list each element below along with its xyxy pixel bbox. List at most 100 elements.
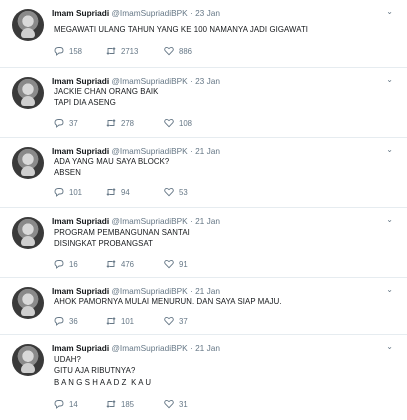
tweet[interactable]: Imam Supriadi @ImamSupriadiBPK · 21 Jan … — [0, 208, 407, 278]
avatar[interactable] — [12, 344, 44, 376]
author-handle-date[interactable]: @ImamSupriadiBPK · 23 Jan — [111, 76, 220, 86]
author-name[interactable]: Imam Supriadi — [52, 76, 109, 86]
tweet[interactable]: Imam Supriadi @ImamSupriadiBPK · 21 Jan … — [0, 138, 407, 208]
like-button[interactable]: 37 — [164, 316, 188, 326]
retweet-count: 101 — [121, 316, 135, 326]
chevron-down-icon[interactable]: ⌄ — [386, 7, 393, 16]
retweet-button[interactable]: 101 — [106, 316, 134, 326]
avatar[interactable] — [12, 147, 44, 179]
tweet-text: PROGRAM PEMBANGUNAN SANTAI DISINGKAT PRO… — [54, 227, 190, 250]
retweet-icon — [106, 119, 116, 127]
reply-icon — [54, 260, 64, 269]
tweet-header: Imam Supriadi @ImamSupriadiBPK · 21 Jan — [52, 286, 220, 296]
retweet-button[interactable]: 185 — [106, 399, 134, 409]
tweet-header: Imam Supriadi @ImamSupriadiBPK · 23 Jan — [52, 8, 220, 18]
reply-icon — [54, 317, 64, 326]
like-count: 108 — [179, 118, 193, 128]
reply-icon — [54, 47, 64, 56]
reply-button[interactable]: 37 — [54, 118, 78, 128]
tweet-line: AHOK PAMORNYA MULAI MENURUN. DAN SAYA SI… — [54, 297, 282, 306]
tweet[interactable]: Imam Supriadi @ImamSupriadiBPK · 21 Jan … — [0, 278, 407, 335]
like-count: 31 — [179, 399, 188, 409]
retweet-button[interactable]: 278 — [106, 118, 134, 128]
avatar[interactable] — [12, 217, 44, 249]
avatar[interactable] — [12, 77, 44, 109]
retweet-icon — [106, 317, 116, 325]
tweet[interactable]: Imam Supriadi @ImamSupriadiBPK · 23 Jan … — [0, 0, 407, 68]
reply-count: 37 — [69, 118, 78, 128]
reply-icon — [54, 400, 64, 409]
tweet-line: GITU AJA RIBUTNYA? — [54, 366, 136, 376]
avatar[interactable] — [12, 287, 44, 319]
author-name[interactable]: Imam Supriadi — [52, 286, 109, 296]
tweet-line: ABSEN — [54, 168, 81, 178]
like-button[interactable]: 53 — [164, 187, 188, 197]
tweet-header: Imam Supriadi @ImamSupriadiBPK · 23 Jan — [52, 76, 220, 86]
like-count: 91 — [179, 259, 188, 269]
reply-count: 101 — [69, 187, 83, 197]
tweet-text: ADA YANG MAU SAYA BLOCK? ABSEN — [54, 156, 169, 179]
retweet-icon — [106, 400, 116, 408]
tweet-feed: Imam Supriadi @ImamSupriadiBPK · 23 Jan … — [0, 0, 407, 420]
reply-icon — [54, 188, 64, 197]
author-handle-date[interactable]: @ImamSupriadiBPK · 23 Jan — [111, 8, 220, 18]
tweet-line: PROGRAM PEMBANGUNAN SANTAI — [54, 228, 190, 237]
tweet[interactable]: Imam Supriadi @ImamSupriadiBPK · 21 Jan … — [0, 335, 407, 420]
tweet-line: JACKIE CHAN ORANG BAIK — [54, 87, 159, 96]
reply-count: 36 — [69, 316, 78, 326]
tweet-line: ADA YANG MAU SAYA BLOCK? — [54, 157, 170, 166]
author-handle-date[interactable]: @ImamSupriadiBPK · 21 Jan — [111, 286, 220, 296]
author-name[interactable]: Imam Supriadi — [52, 343, 109, 353]
reply-button[interactable]: 101 — [54, 187, 82, 197]
like-button[interactable]: 108 — [164, 118, 192, 128]
reply-count: 16 — [69, 259, 78, 269]
like-count: 37 — [179, 316, 188, 326]
author-name[interactable]: Imam Supriadi — [52, 216, 109, 226]
heart-icon — [164, 400, 174, 409]
chevron-down-icon[interactable]: ⌄ — [386, 75, 393, 84]
tweet-text: UDAH? GITU AJA RIBUTNYA? B A N G S H A A… — [54, 354, 151, 388]
heart-icon — [164, 260, 174, 269]
heart-icon — [164, 119, 174, 128]
chevron-down-icon[interactable]: ⌄ — [386, 145, 393, 154]
reply-button[interactable]: 16 — [54, 259, 78, 269]
heart-icon — [164, 188, 174, 197]
retweet-icon — [106, 47, 116, 55]
retweet-button[interactable]: 2713 — [106, 46, 138, 56]
tweet-line: UDAH? — [54, 355, 81, 364]
tweet-text: AHOK PAMORNYA MULAI MENURUN. DAN SAYA SI… — [54, 296, 282, 307]
like-button[interactable]: 886 — [164, 46, 192, 56]
chevron-down-icon[interactable]: ⌄ — [386, 342, 393, 351]
tweet-text: JACKIE CHAN ORANG BAIK TAPI DIA ASENG — [54, 86, 158, 109]
author-name[interactable]: Imam Supriadi — [52, 146, 109, 156]
reply-count: 14 — [69, 399, 78, 409]
reply-button[interactable]: 36 — [54, 316, 78, 326]
retweet-count: 185 — [121, 399, 135, 409]
like-button[interactable]: 31 — [164, 399, 188, 409]
like-button[interactable]: 91 — [164, 259, 188, 269]
chevron-down-icon[interactable]: ⌄ — [386, 215, 393, 224]
author-name[interactable]: Imam Supriadi — [52, 8, 109, 18]
avatar[interactable] — [12, 9, 44, 41]
retweet-icon — [106, 260, 116, 268]
heart-icon — [164, 317, 174, 326]
reply-count: 158 — [69, 46, 83, 56]
retweet-icon — [106, 188, 116, 196]
chevron-down-icon[interactable]: ⌄ — [386, 285, 393, 294]
retweet-button[interactable]: 94 — [106, 187, 130, 197]
heart-icon — [164, 47, 174, 56]
author-handle-date[interactable]: @ImamSupriadiBPK · 21 Jan — [111, 216, 220, 226]
author-handle-date[interactable]: @ImamSupriadiBPK · 21 Jan — [111, 146, 220, 156]
reply-icon — [54, 119, 64, 128]
author-handle-date[interactable]: @ImamSupriadiBPK · 21 Jan — [111, 343, 220, 353]
reply-button[interactable]: 158 — [54, 46, 82, 56]
tweet-text: MEGAWATI ULANG TAHUN YANG KE 100 NAMANYA… — [54, 24, 308, 35]
tweet-line: TAPI DIA ASENG — [54, 98, 116, 108]
tweet[interactable]: Imam Supriadi @ImamSupriadiBPK · 23 Jan … — [0, 68, 407, 138]
tweet-line: MEGAWATI ULANG TAHUN YANG KE 100 NAMANYA… — [54, 25, 309, 34]
retweet-count: 278 — [121, 118, 135, 128]
tweet-header: Imam Supriadi @ImamSupriadiBPK · 21 Jan — [52, 343, 220, 353]
reply-button[interactable]: 14 — [54, 399, 78, 409]
retweet-count: 2713 — [121, 46, 139, 56]
retweet-button[interactable]: 476 — [106, 259, 134, 269]
